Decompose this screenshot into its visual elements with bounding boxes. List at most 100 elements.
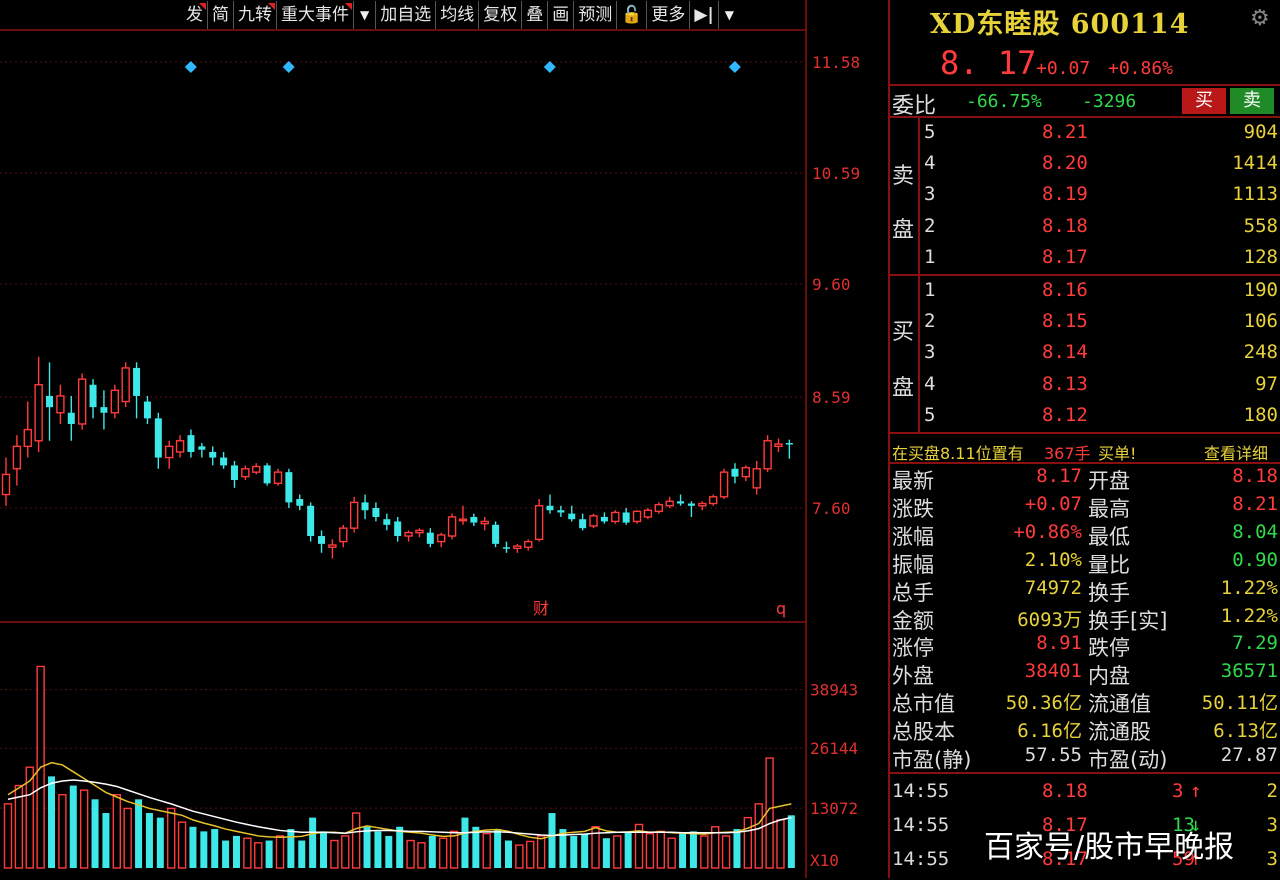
tick-time: 14:55 [892, 780, 950, 802]
ask-row[interactable]: 3 8.19 1113 [922, 183, 1280, 214]
candle [339, 524, 348, 548]
watermark: 百家号/股市早晚报 [984, 830, 1235, 865]
volume-bar [482, 832, 491, 869]
candle-body [263, 465, 271, 484]
quote-value: 50.11亿 [1201, 692, 1278, 715]
collapse-panel-icon[interactable]: ▶| [690, 1, 719, 29]
candle-body [273, 471, 283, 485]
toolbar-adjust-button[interactable]: 复权 [479, 1, 523, 29]
bid-row[interactable]: 4 8.13 97 [922, 373, 1280, 404]
toolbar-add-watchlist-button[interactable]: 加自选 [376, 1, 437, 29]
candle-body [100, 407, 108, 413]
volume-bar [156, 817, 164, 868]
weibi-pct: -66.75% [966, 91, 1042, 112]
volume-bar [341, 835, 350, 869]
candle-body [534, 505, 544, 541]
candle-body [394, 521, 402, 537]
ask-row[interactable]: 4 8.20 1414 [922, 152, 1280, 183]
chevron-down-icon[interactable]: ▼ [719, 1, 740, 29]
candle [632, 510, 642, 524]
candle [328, 539, 337, 559]
quote-label: 换手[实] [1088, 608, 1168, 633]
volume-bar [406, 839, 415, 869]
view-detail-link[interactable]: 查看详细 [1204, 440, 1268, 464]
candle [296, 494, 304, 511]
volume-bar [515, 844, 524, 869]
quote-label: 总市值 [892, 692, 955, 717]
quote-value: 0.90 [1232, 548, 1278, 571]
ask-px: 8.17 [1042, 245, 1088, 268]
toolbar-simple-button[interactable]: 简 [208, 1, 234, 29]
ask-row[interactable]: 2 8.18 558 [922, 215, 1280, 246]
q-marker[interactable]: q [776, 599, 786, 618]
candle-body [546, 505, 554, 511]
ask-row[interactable]: 5 8.21 904 [922, 121, 1280, 152]
ask-px: 8.19 [1042, 183, 1088, 206]
bid-lvl: 3 [924, 341, 936, 364]
candle [154, 412, 162, 469]
gear-icon[interactable]: ⚙ [1250, 6, 1270, 31]
toolbar-draw-button[interactable]: 画 [548, 1, 575, 29]
toolbar-more-button[interactable]: 更多 [647, 1, 691, 29]
signal-diamond[interactable] [543, 61, 556, 73]
ask-px: 8.20 [1042, 152, 1088, 175]
bid-vol: 97 [1255, 372, 1278, 395]
bid-row[interactable]: 5 8.12 180 [922, 404, 1280, 435]
candlestick-series [1, 356, 793, 559]
chevron-down-icon[interactable]: ▼ [354, 1, 377, 29]
quote-value: 50.36亿 [1005, 692, 1082, 715]
candle [46, 362, 54, 441]
price-change-pct: +0.86% [1108, 58, 1174, 79]
finance-marker[interactable]: 财 [533, 599, 549, 618]
volume-bar [526, 840, 535, 869]
bid-vol: 248 [1243, 341, 1278, 364]
candle-body [589, 515, 598, 527]
toolbar-fa-button[interactable]: 发 [182, 1, 208, 29]
lock-icon[interactable]: 🔓 [617, 1, 648, 29]
quote-panel: XD东睦股 600114 ⚙ 8. 17 +0.07 +0.86% 委比 -66… [888, 0, 1280, 878]
candle [513, 543, 522, 553]
toolbar-major-events-button[interactable]: 重大事件 [277, 1, 354, 29]
toolbar-nine-turn-button[interactable]: 九转 [234, 1, 277, 29]
bid-row[interactable]: 1 8.16 190 [922, 279, 1280, 310]
candle-body [252, 465, 261, 473]
signal-diamond[interactable] [184, 61, 197, 73]
candle-body [665, 500, 674, 507]
quote-value: 6.16亿 [1017, 720, 1082, 743]
order-notice-size: 367手 [1044, 444, 1091, 463]
quote-row: 总手 74972 换手 1.22% [892, 577, 1278, 605]
kline-chart-area[interactable]: 11.58 10.59 9.60 8.59 7.60 38943 26144 13072 X1… [0, 0, 890, 878]
buy-button[interactable]: 买 [1182, 88, 1226, 114]
volume-bar [787, 815, 795, 868]
candle [307, 502, 315, 542]
toolbar-ma-button[interactable]: 均线 [436, 1, 480, 29]
volume-bar [243, 837, 252, 869]
candle-body [698, 502, 707, 507]
candle [579, 513, 587, 531]
quote-label: 换手 [1088, 580, 1130, 605]
bid-px: 8.15 [1042, 310, 1088, 333]
signal-diamond[interactable] [728, 61, 741, 73]
volume-bar [536, 835, 546, 869]
chart-toolbar: 发 简 九转 重大事件 ▼ 加自选 均线 复权 叠 画 预测 🔓 更多 ▶| ▼ [182, 0, 806, 30]
quote-label: 跌停 [1088, 636, 1130, 661]
quote-label: 总股本 [892, 720, 955, 745]
candle [546, 494, 554, 514]
toolbar-forecast-button[interactable]: 预测 [574, 1, 618, 29]
candle-body [492, 524, 500, 544]
candle [447, 513, 457, 540]
bid-row[interactable]: 3 8.14 248 [922, 341, 1280, 372]
candle-body [524, 540, 533, 548]
candle [318, 530, 326, 553]
sell-button[interactable]: 卖 [1230, 88, 1274, 114]
quote-value: 36571 [1220, 660, 1278, 683]
quote-label: 流通值 [1088, 692, 1151, 717]
candle-body [34, 384, 43, 442]
candle-body [133, 367, 141, 396]
quote-row: 总股本 6.16亿 流通股 6.13亿 [892, 716, 1278, 744]
ask-row[interactable]: 1 8.17 128 [922, 246, 1280, 277]
candle [220, 451, 228, 469]
bid-row[interactable]: 2 8.15 106 [922, 310, 1280, 341]
signal-diamond[interactable] [282, 61, 295, 73]
toolbar-overlay-button[interactable]: 叠 [522, 1, 549, 29]
